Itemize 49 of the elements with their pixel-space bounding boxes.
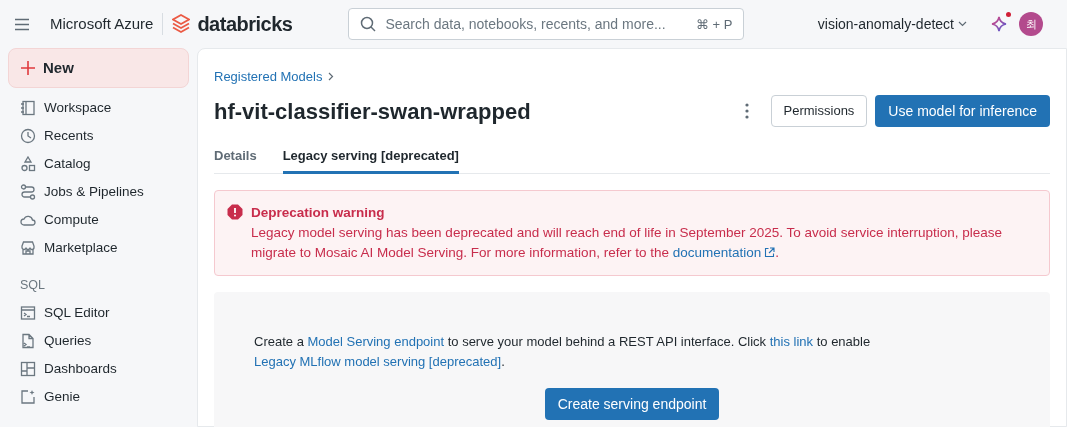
inline-link[interactable]: this link — [769, 334, 814, 349]
sidebar-item[interactable]: Genie — [8, 382, 189, 411]
search-icon — [360, 16, 377, 32]
warning-title: Deprecation warning — [251, 204, 386, 222]
error-icon — [227, 204, 243, 220]
code-file-icon — [20, 332, 36, 349]
terminal-window-icon — [20, 304, 36, 321]
permissions-button[interactable]: Permissions — [770, 95, 868, 127]
clock-icon — [20, 128, 36, 144]
inline-link[interactable]: Model Serving endpoint — [307, 334, 445, 349]
sidebar-item[interactable]: Workspace — [8, 94, 189, 122]
external-link-icon — [764, 247, 776, 258]
serving-description: Create a Model Serving endpoint to serve your model behind a REST API interface. Click this link to enable Legacy MLflow model serving [deprecated]. — [254, 333, 872, 371]
sidebar-item[interactable]: Dashboards — [8, 354, 189, 383]
notebook-icon — [20, 100, 36, 116]
product-logo-text: databricks — [197, 12, 293, 37]
more-options-icon[interactable] — [744, 103, 749, 119]
new-button[interactable]: New — [8, 48, 189, 88]
dashboard-icon — [20, 360, 36, 377]
tab[interactable]: Legacy serving [deprecated] — [282, 145, 459, 174]
sidebar-item[interactable]: Jobs & Pipelines — [8, 178, 189, 206]
sidebar-item[interactable]: Compute — [8, 206, 189, 234]
layers-logo-icon — [172, 14, 191, 34]
warning-message: Legacy model serving has been deprecated and will reach end of life in September 2025. To avoid service interruption, please migrate to Mosaic AI Model Serving. For more information, refer to the documentation . — [251, 224, 1003, 262]
workspace-selector[interactable]: vision-anomaly-detect — [817, 13, 967, 35]
shapes-icon — [20, 156, 36, 172]
storefront-icon — [20, 240, 36, 256]
use-model-button[interactable]: Use model for inference — [875, 95, 1050, 127]
workflow-icon — [20, 184, 36, 200]
plus-icon — [21, 61, 35, 75]
breadcrumb-link[interactable]: Registered Models — [214, 67, 323, 87]
tab[interactable]: Details — [214, 145, 257, 174]
page-title: hf-vit-classifier-swan-wrapped — [214, 97, 532, 126]
chevron-down-icon — [958, 21, 967, 27]
chevron-right-icon — [328, 72, 335, 82]
brand-name: Microsoft Azure — [50, 12, 164, 36]
sidebar-item[interactable]: Recents — [8, 122, 189, 150]
sidebar-item[interactable]: Catalog — [8, 150, 189, 178]
create-endpoint-button[interactable]: Create serving endpoint — [544, 388, 720, 420]
menu-icon[interactable] — [14, 17, 30, 31]
keyboard-shortcut: ⌘ + P — [695, 16, 733, 34]
sidebar-item[interactable]: SQL Editor — [8, 298, 189, 327]
sidebar-item[interactable]: Queries — [8, 326, 189, 355]
user-avatar[interactable]: 최 — [1019, 12, 1043, 36]
documentation-link[interactable]: documentation — [672, 245, 776, 260]
section-heading: SQL — [19, 277, 46, 294]
sparkle-icon[interactable] — [991, 16, 1007, 32]
sidebar-item[interactable]: Marketplace — [8, 234, 189, 262]
sparkle-frame-icon — [20, 388, 36, 405]
